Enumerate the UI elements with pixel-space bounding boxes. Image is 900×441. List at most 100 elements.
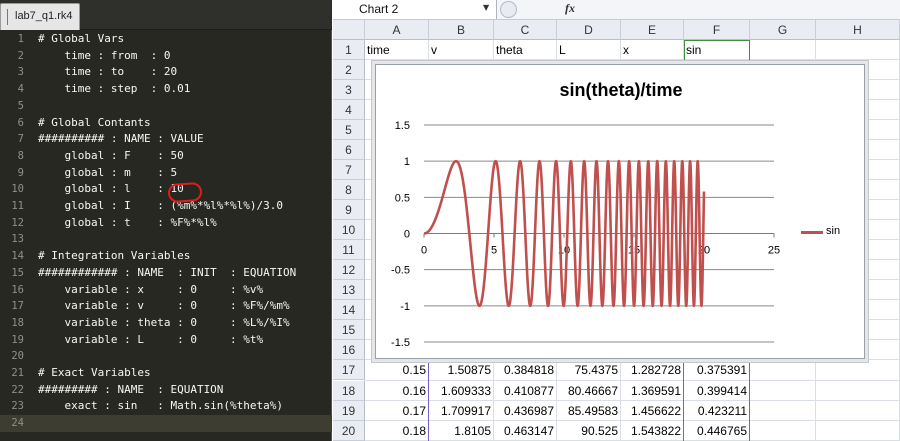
code-line-text: global : t : %F%*%l% <box>38 215 217 229</box>
column-header[interactable]: C <box>494 20 557 40</box>
row-header[interactable]: 18 <box>333 380 365 401</box>
cell[interactable]: 90.525 <box>557 421 621 441</box>
row-header[interactable]: 3 <box>333 80 365 101</box>
row-header[interactable]: 7 <box>333 160 365 181</box>
row-header[interactable]: 9 <box>333 200 365 221</box>
code-line[interactable]: 22 ######### : NAME : EQUATION <box>0 382 332 399</box>
row-header[interactable]: 20 <box>333 420 365 441</box>
code-editor[interactable]: lab7_q1.rk4 1 # Global Vars 2 time : from … <box>0 0 332 441</box>
code-line[interactable]: 21 # Exact Variables <box>0 365 332 382</box>
row-header[interactable]: 2 <box>333 60 365 81</box>
code-area[interactable]: 1 # Global Vars 2 time : from : 03 time : … <box>0 31 332 441</box>
cell[interactable]: v <box>429 40 494 60</box>
x-tick-label: 5 <box>491 245 497 257</box>
name-box[interactable]: Chart 2 ▼ <box>333 0 497 19</box>
column-header[interactable]: H <box>816 20 900 40</box>
cell[interactable]: 1.50875 <box>429 360 494 380</box>
cell[interactable]: 0.15 <box>365 360 429 380</box>
cell[interactable]: 0.410877 <box>494 381 557 401</box>
column-header[interactable]: F <box>684 20 750 40</box>
code-line[interactable]: 13 <box>0 231 332 248</box>
code-line[interactable]: 5 <box>0 98 332 115</box>
column-header[interactable]: G <box>750 20 816 40</box>
formula-bar-handle[interactable] <box>500 1 517 18</box>
row-header[interactable]: 6 <box>333 140 365 161</box>
row-header[interactable]: 13 <box>333 280 365 301</box>
row-header[interactable]: 8 <box>333 180 365 201</box>
cell[interactable]: 0.463147 <box>494 421 557 441</box>
code-line[interactable]: 2 time : from : 0 <box>0 48 332 65</box>
code-line[interactable]: 24 <box>0 415 332 432</box>
file-tab[interactable]: lab7_q1.rk4 <box>0 3 80 30</box>
fx-icon[interactable]: fx <box>565 1 575 16</box>
chevron-down-icon[interactable]: ▼ <box>483 3 489 12</box>
cell[interactable]: time <box>365 40 429 60</box>
code-line[interactable]: 1 # Global Vars <box>0 31 332 48</box>
cell[interactable]: 85.49583 <box>557 401 621 421</box>
y-tick-label: -0.5 <box>391 265 410 277</box>
cell[interactable]: 1.282728 <box>621 360 684 380</box>
cell[interactable]: 1.369591 <box>621 381 684 401</box>
code-line[interactable]: 20 <box>0 348 332 365</box>
code-line[interactable]: 23 exact : sin : Math.sin(%theta%) <box>0 398 332 415</box>
cell[interactable]: 0.446765 <box>684 421 750 441</box>
x-tick-label: 15 <box>628 245 640 257</box>
code-line[interactable]: 6 # Global Contants <box>0 115 332 132</box>
code-line[interactable]: 15 ############ : NAME : INIT : EQUATION <box>0 265 332 282</box>
code-line-text: variable : v : 0 : %F%/%m% <box>38 299 290 313</box>
cell[interactable]: 1.8105 <box>429 421 494 441</box>
code-line-text: global : I : (%m%*%l%*%l%)/3.0 <box>38 199 284 212</box>
column-header[interactable]: E <box>621 20 684 40</box>
code-line[interactable]: 12 global : t : %F%*%l% <box>0 215 332 232</box>
row-header[interactable]: 11 <box>333 240 365 261</box>
row-header[interactable]: 4 <box>333 100 365 121</box>
row-header[interactable]: 10 <box>333 220 365 241</box>
code-line[interactable]: 3 time : to : 20 <box>0 64 332 81</box>
code-line[interactable]: 7 ########## : NAME : VALUE <box>0 131 332 148</box>
row-header[interactable]: 17 <box>333 360 365 381</box>
cell[interactable]: 0.423211 <box>684 401 750 421</box>
cell[interactable]: 0.18 <box>365 421 429 441</box>
row-header[interactable]: 19 <box>333 400 365 421</box>
row-header[interactable]: 14 <box>333 300 365 321</box>
cell[interactable]: 80.46667 <box>557 381 621 401</box>
code-line[interactable]: 17 variable : v : 0 : %F%/%m% <box>0 298 332 315</box>
cell[interactable]: 0.17 <box>365 401 429 421</box>
code-line[interactable]: 8 global : F : 50 <box>0 148 332 165</box>
code-line[interactable]: 14 # Integration Variables <box>0 248 332 265</box>
cell[interactable]: theta <box>494 40 557 60</box>
row-header[interactable]: 15 <box>333 320 365 341</box>
row-header[interactable]: 5 <box>333 120 365 141</box>
selected-cell-outline <box>684 40 750 61</box>
select-all-corner[interactable] <box>333 20 365 40</box>
row-header[interactable]: 1 <box>333 40 365 60</box>
code-line[interactable]: 9 global : m : 5 <box>0 165 332 182</box>
code-line[interactable]: 16 variable : x : 0 : %v% <box>0 282 332 299</box>
code-line[interactable]: 10 global : l : 10 <box>0 181 332 198</box>
code-line[interactable]: 4 time : step : 0.01 <box>0 81 332 98</box>
cell[interactable]: 0.16 <box>365 381 429 401</box>
code-line-text: # Global Contants <box>38 115 151 129</box>
cell[interactable]: 1.609333 <box>429 381 494 401</box>
y-tick-label: -1 <box>400 301 410 313</box>
code-line[interactable]: 19 variable : L : 0 : %t% <box>0 332 332 349</box>
code-line[interactable]: 11 global : I : (%m%*%l%*%l%)/3.0 <box>0 198 332 215</box>
cell[interactable]: 1.456622 <box>621 401 684 421</box>
cell[interactable]: L <box>557 40 621 60</box>
cell[interactable]: 0.399414 <box>684 381 750 401</box>
column-header[interactable]: A <box>365 20 429 40</box>
column-header[interactable]: B <box>429 20 494 40</box>
cell[interactable]: 0.384818 <box>494 360 557 380</box>
cell[interactable]: 75.4375 <box>557 360 621 380</box>
spreadsheet[interactable]: Chart 2 ▼ fx ABCDEFGH 1 2 3 4 5 6 7 8 9 10 11 12 13 1… <box>333 0 900 441</box>
embedded-chart[interactable]: 1.5 1 0.5 0 -0.5 -1 -1.5 0 5 10 15 20 25 sin(theta)/… <box>375 64 865 359</box>
row-header[interactable]: 16 <box>333 340 365 361</box>
cell[interactable]: x <box>621 40 684 60</box>
cell[interactable]: 1.543822 <box>621 421 684 441</box>
column-header[interactable]: D <box>557 20 621 40</box>
cell[interactable]: 1.709917 <box>429 401 494 421</box>
code-line[interactable]: 18 variable : theta : 0 : %L%/%I% <box>0 315 332 332</box>
cell[interactable]: 0.436987 <box>494 401 557 421</box>
cell[interactable]: 0.375391 <box>684 360 750 380</box>
row-header[interactable]: 12 <box>333 260 365 281</box>
